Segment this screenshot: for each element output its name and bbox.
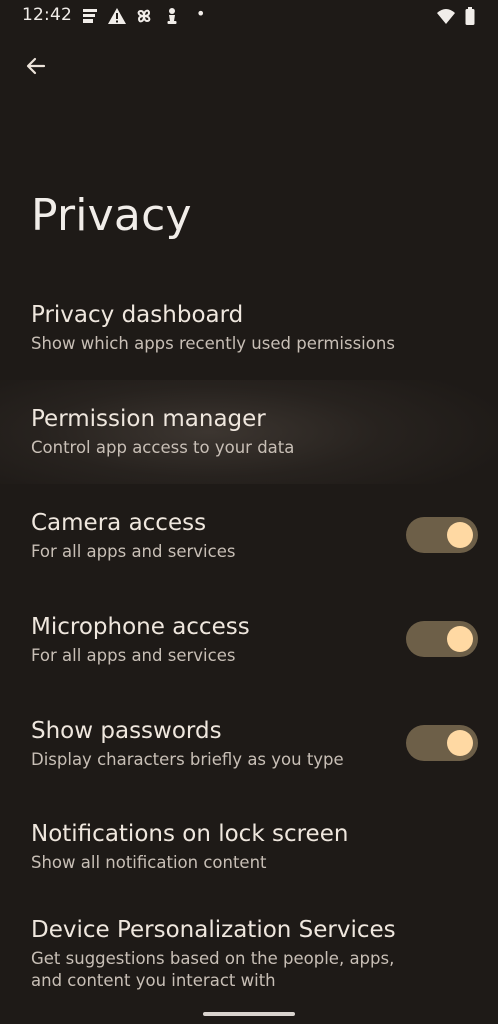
status-time: 12:42 <box>22 5 72 25</box>
device-personalization-item[interactable]: Device Personalization Services Get sugg… <box>0 899 498 1017</box>
notification-dot: • <box>196 4 206 23</box>
status-bar: 12:42 • <box>0 0 498 34</box>
show-passwords-item[interactable]: Show passwords Display characters briefl… <box>0 691 498 795</box>
item-subtitle: Show which apps recently used permission… <box>31 334 395 354</box>
back-button[interactable] <box>16 46 56 86</box>
microphone-access-toggle[interactable] <box>406 621 478 658</box>
pinwheel-icon <box>137 9 151 23</box>
battery-icon <box>465 7 475 25</box>
privacy-dashboard-item[interactable]: Privacy dashboard Show which apps recent… <box>0 276 498 380</box>
toggle-thumb <box>447 730 473 757</box>
notes-icon <box>83 9 97 23</box>
show-passwords-toggle[interactable] <box>406 725 478 762</box>
permission-manager-item[interactable]: Permission manager Control app access to… <box>0 379 498 484</box>
item-title: Privacy dashboard <box>31 302 244 329</box>
arrow-back-icon <box>26 57 46 75</box>
item-title: Notifications on lock screen <box>31 821 349 848</box>
settings-list: Privacy dashboard Show which apps recent… <box>0 276 498 1017</box>
chess-icon <box>167 8 177 24</box>
item-subtitle: Show all notification content <box>31 853 267 873</box>
item-title: Device Personalization Services <box>31 916 396 943</box>
microphone-access-item[interactable]: Microphone access For all apps and servi… <box>0 587 498 691</box>
item-subtitle: Control app access to your data <box>31 438 295 458</box>
gesture-nav-handle[interactable] <box>203 1012 295 1016</box>
lock-screen-notifications-item[interactable]: Notifications on lock screen Show all no… <box>0 795 498 899</box>
toggle-thumb <box>447 522 473 549</box>
wifi-icon <box>437 9 455 24</box>
camera-access-toggle[interactable] <box>406 517 478 554</box>
item-title: Permission manager <box>31 406 266 433</box>
camera-access-item[interactable]: Camera access For all apps and services <box>0 484 498 588</box>
page-title: Privacy <box>31 190 192 241</box>
item-subtitle: Get suggestions based on the people, app… <box>31 948 395 990</box>
toggle-thumb <box>447 626 473 653</box>
warning-icon <box>108 8 126 24</box>
